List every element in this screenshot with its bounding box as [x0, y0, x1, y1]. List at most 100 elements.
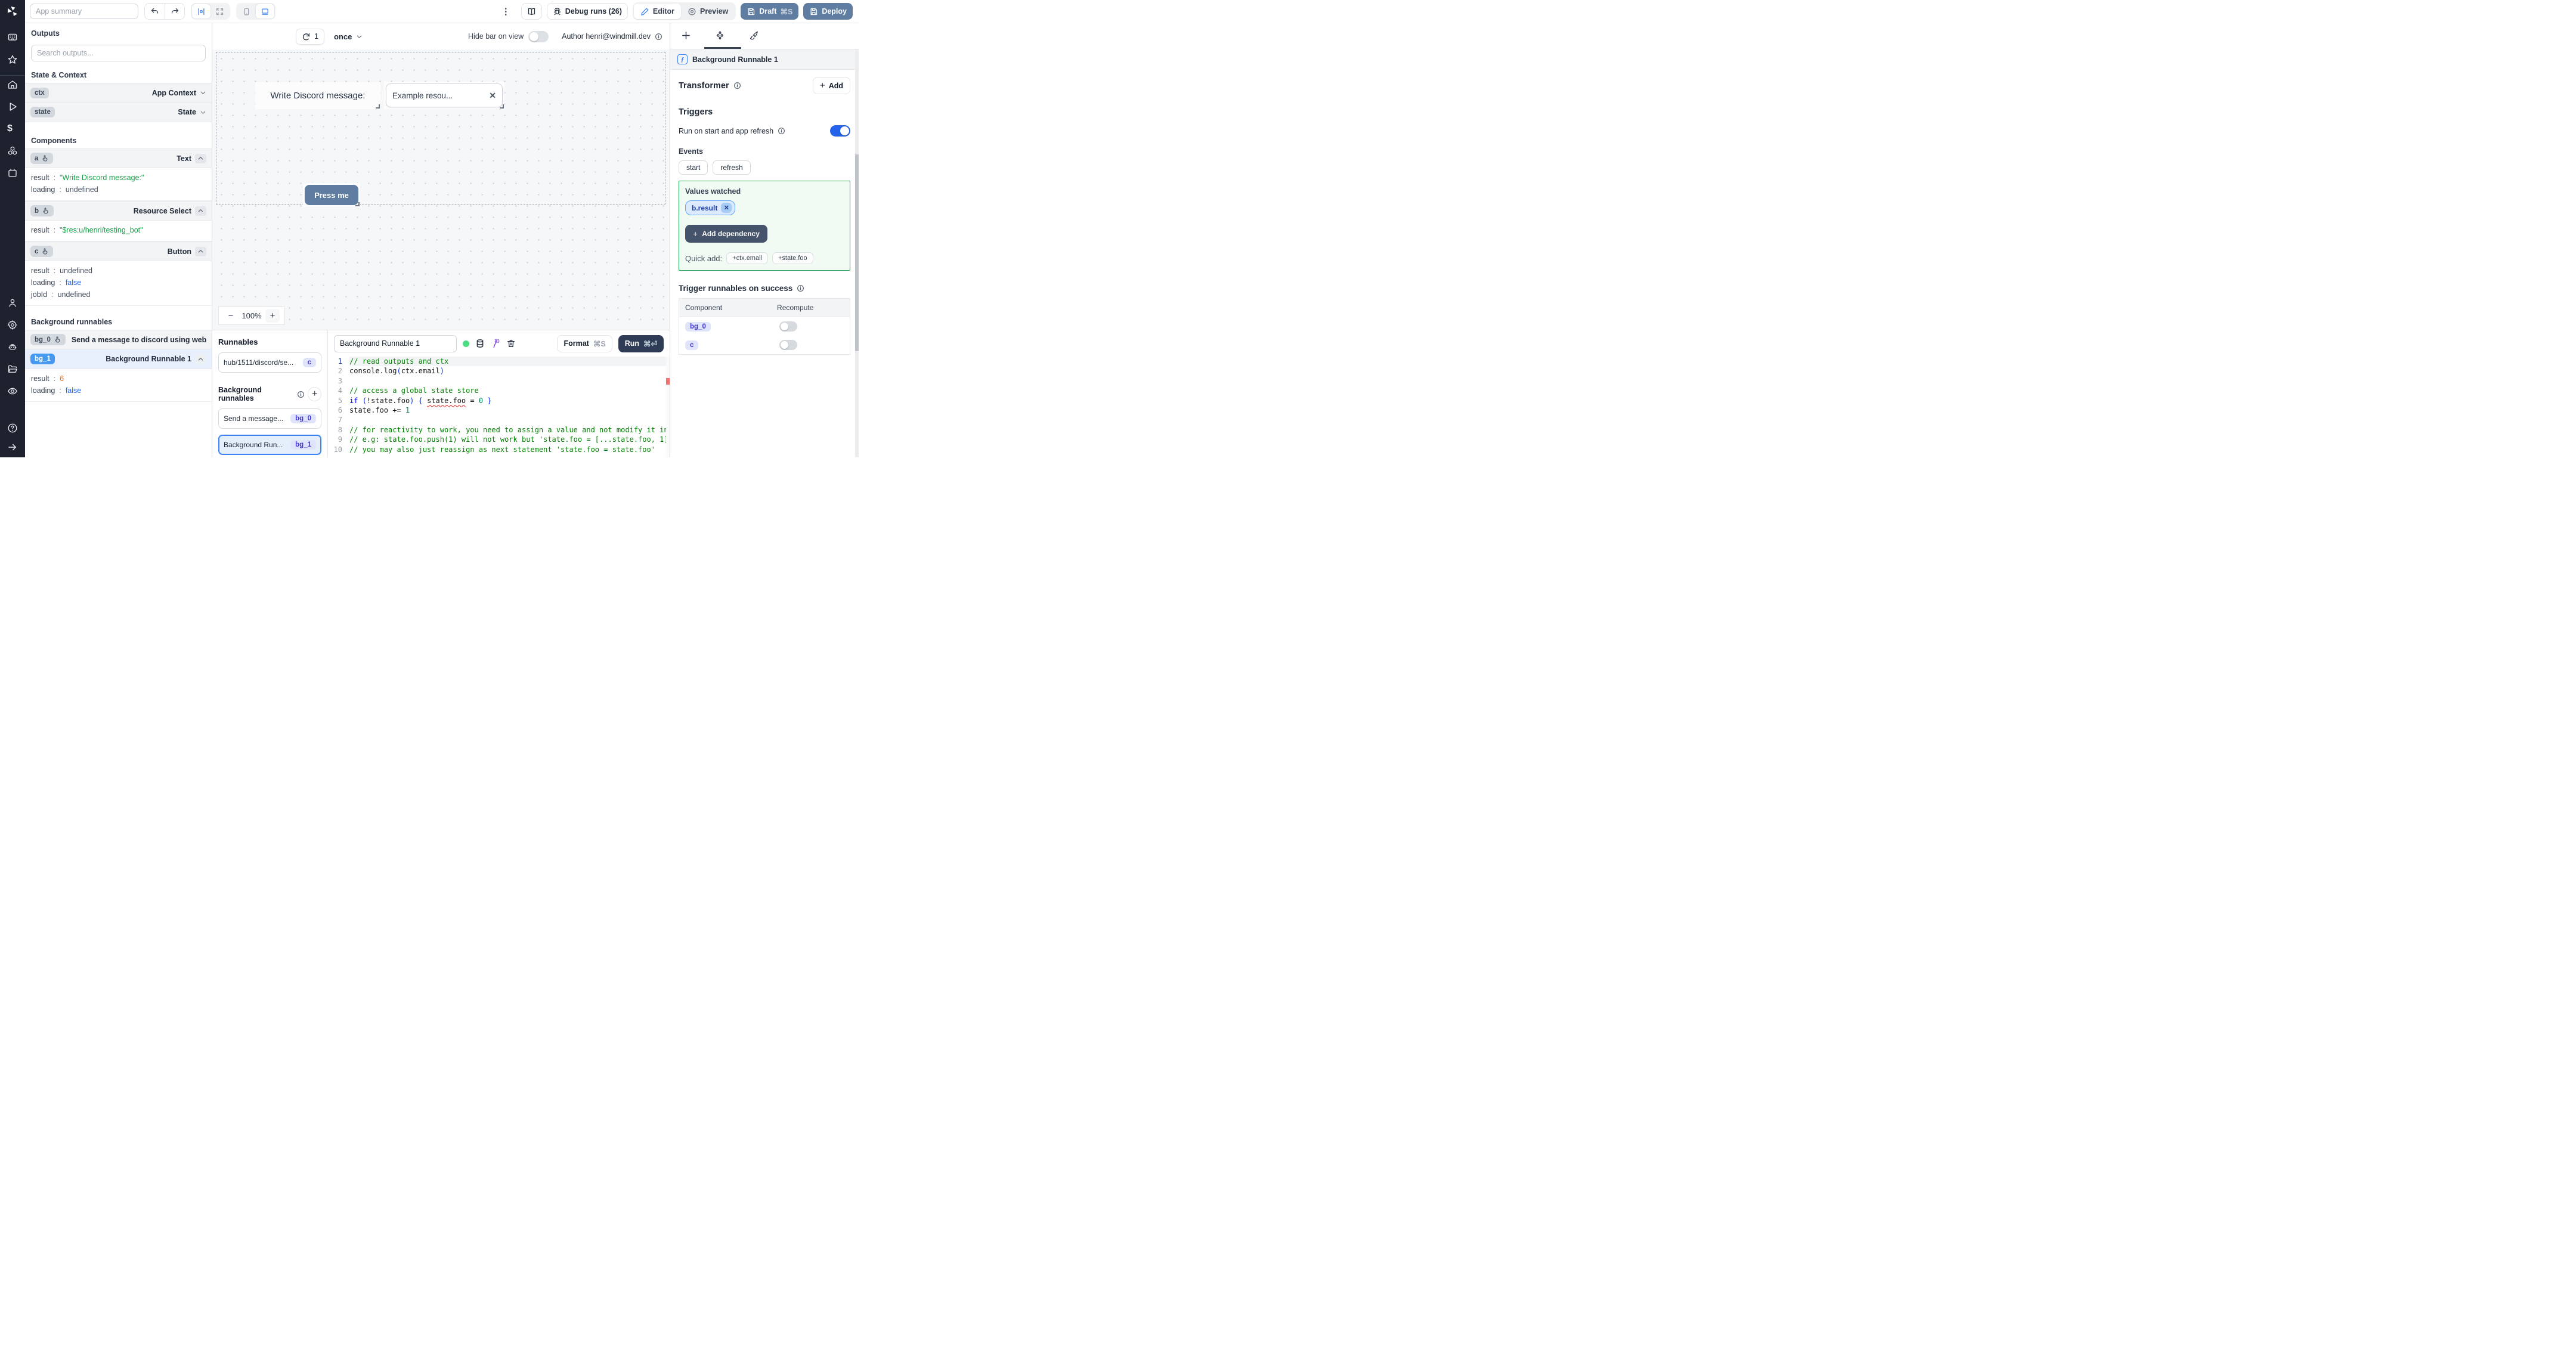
tab-editor[interactable]: Editor — [633, 4, 682, 19]
more-menu-kebab-icon[interactable]: ⋮ — [501, 6, 510, 17]
help-icon[interactable] — [7, 423, 18, 433]
runnable-item-bg0[interactable]: Send a message... bg_0 — [218, 408, 321, 429]
output-row-bg0[interactable]: bg_0 Send a message to discord using web… — [25, 330, 212, 349]
folders-icon[interactable] — [7, 364, 18, 374]
add-background-runnable-button[interactable]: + — [308, 387, 321, 401]
output-row-component-b[interactable]: b Resource Select — [25, 201, 212, 221]
resize-handle[interactable] — [355, 202, 360, 206]
info-icon[interactable] — [655, 33, 662, 41]
runs-icon[interactable] — [7, 101, 18, 112]
app-summary-input[interactable] — [30, 4, 138, 19]
run-on-start-toggle[interactable] — [830, 125, 850, 137]
resource-select-component[interactable]: Example resou... ✕ — [384, 82, 504, 109]
expand-rail-arrow-icon[interactable] — [7, 442, 18, 453]
code-line[interactable]: // read outputs and ctx — [349, 357, 670, 367]
draft-button[interactable]: Draft ⌘S — [741, 3, 799, 20]
ai-wand-icon[interactable] — [491, 339, 500, 348]
event-refresh-pill[interactable]: refresh — [713, 160, 751, 175]
chevron-up-icon[interactable] — [195, 206, 206, 216]
scrollbar[interactable] — [855, 49, 859, 457]
tab-component-settings-icon[interactable] — [715, 30, 725, 41]
format-button[interactable]: Format ⌘S — [557, 335, 612, 352]
desktop-view-button[interactable] — [256, 4, 274, 18]
center-align-button[interactable] — [192, 4, 210, 18]
output-row-state[interactable]: state State — [25, 103, 212, 122]
workers-robot-icon[interactable] — [7, 342, 18, 352]
undo-button[interactable] — [145, 4, 165, 19]
usage-dollar-icon[interactable]: $ — [7, 123, 18, 134]
audit-eye-icon[interactable] — [7, 386, 18, 397]
settings-gear-icon[interactable] — [7, 320, 18, 330]
remove-dependency-icon[interactable]: ✕ — [721, 203, 732, 213]
search-outputs-input[interactable] — [31, 45, 206, 61]
apps-icon[interactable] — [7, 32, 18, 43]
code-line[interactable] — [349, 376, 670, 386]
cache-database-icon[interactable] — [475, 339, 485, 348]
add-dependency-button[interactable]: + Add dependency — [685, 225, 767, 243]
tab-preview[interactable]: Preview — [681, 4, 735, 19]
info-icon[interactable] — [797, 284, 804, 292]
runnable-name-input[interactable] — [334, 335, 457, 352]
fullscreen-button[interactable] — [210, 4, 229, 18]
output-row-component-a[interactable]: a Text — [25, 148, 212, 168]
docs-book-button[interactable] — [521, 3, 542, 20]
recompute-toggle[interactable] — [779, 340, 797, 350]
button-component[interactable]: Press me — [303, 183, 360, 207]
code-editor[interactable]: 1 2 3 4 5 6 7 8 9 10 // read outputs and ctx conso… — [328, 357, 670, 457]
code-line[interactable]: if (!state.foo) { state.foo = 0 } — [349, 396, 670, 405]
code-line[interactable]: state.foo += 1 — [349, 405, 670, 415]
tab-styling-brush-icon[interactable] — [749, 30, 759, 41]
quick-add-ctx-email-button[interactable]: +ctx.email — [726, 252, 768, 264]
runnable-item-bg1[interactable]: Background Run... bg_1 — [218, 435, 321, 455]
add-transformer-button[interactable]: + Add — [812, 77, 850, 94]
resize-handle[interactable] — [376, 104, 380, 109]
watched-dependency-chip[interactable]: b.result ✕ — [685, 200, 736, 215]
debug-runs-button[interactable]: Debug runs (26) — [546, 3, 628, 20]
code-line[interactable]: // for reactivity to work, you need to a… — [349, 425, 670, 435]
chevron-up-icon[interactable] — [195, 246, 206, 256]
chevron-up-icon[interactable] — [195, 153, 206, 163]
app-canvas[interactable]: Write Discord message: Example resou... … — [212, 49, 670, 330]
code-line[interactable]: console.log(ctx.email) — [349, 366, 670, 376]
press-me-button[interactable]: Press me — [305, 185, 358, 205]
schedule-dropdown[interactable]: once — [334, 32, 363, 41]
recompute-toggle[interactable] — [779, 321, 797, 332]
clear-select-icon[interactable]: ✕ — [489, 91, 496, 101]
text-component[interactable]: Write Discord message: — [255, 82, 380, 109]
runnable-item-main[interactable]: hub/1511/discord/se... c — [218, 352, 321, 373]
resize-handle[interactable] — [500, 104, 504, 109]
chevron-up-icon[interactable] — [195, 354, 206, 364]
info-icon[interactable] — [778, 127, 785, 135]
deploy-button[interactable]: Deploy — [803, 3, 853, 20]
chevron-down-icon[interactable] — [200, 109, 206, 116]
output-row-component-c[interactable]: c Button — [25, 241, 212, 261]
selected-runnable-title: Background Runnable 1 — [692, 55, 778, 64]
windmill-logo-icon[interactable] — [6, 5, 19, 21]
code-lines[interactable]: // read outputs and ctx console.log(ctx.e… — [349, 357, 670, 457]
zoom-in-button[interactable]: + — [265, 309, 280, 323]
home-icon[interactable] — [7, 79, 18, 90]
refresh-count-button[interactable]: 1 — [296, 28, 324, 45]
user-icon[interactable] — [7, 298, 18, 308]
delete-trash-icon[interactable] — [506, 339, 516, 348]
favorites-star-icon[interactable] — [7, 54, 18, 65]
hide-bar-toggle[interactable] — [528, 30, 549, 42]
resources-cubes-icon[interactable] — [7, 145, 18, 156]
chevron-down-icon[interactable] — [200, 89, 206, 96]
output-row-bg1[interactable]: bg_1 Background Runnable 1 — [25, 349, 212, 369]
info-icon[interactable] — [733, 82, 741, 89]
run-button[interactable]: Run ⌘⏎ — [618, 335, 664, 352]
event-start-pill[interactable]: start — [679, 160, 708, 175]
code-line[interactable] — [349, 415, 670, 425]
tab-insert-plus-icon[interactable] — [681, 30, 691, 41]
output-row-ctx[interactable]: ctx App Context — [25, 83, 212, 103]
code-line[interactable]: // access a global state store — [349, 386, 670, 395]
schedules-calendar-icon[interactable] — [7, 168, 18, 178]
scrollbar-thumb[interactable] — [855, 154, 859, 351]
mobile-view-button[interactable] — [237, 4, 256, 18]
zoom-out-button[interactable]: − — [224, 309, 238, 323]
redo-button[interactable] — [165, 4, 184, 19]
quick-add-state-foo-button[interactable]: +state.foo — [772, 252, 813, 264]
code-line[interactable]: // you may also just reassign as next st… — [349, 445, 670, 454]
code-line[interactable]: // e.g: state.foo.push(1) will not work … — [349, 435, 670, 444]
